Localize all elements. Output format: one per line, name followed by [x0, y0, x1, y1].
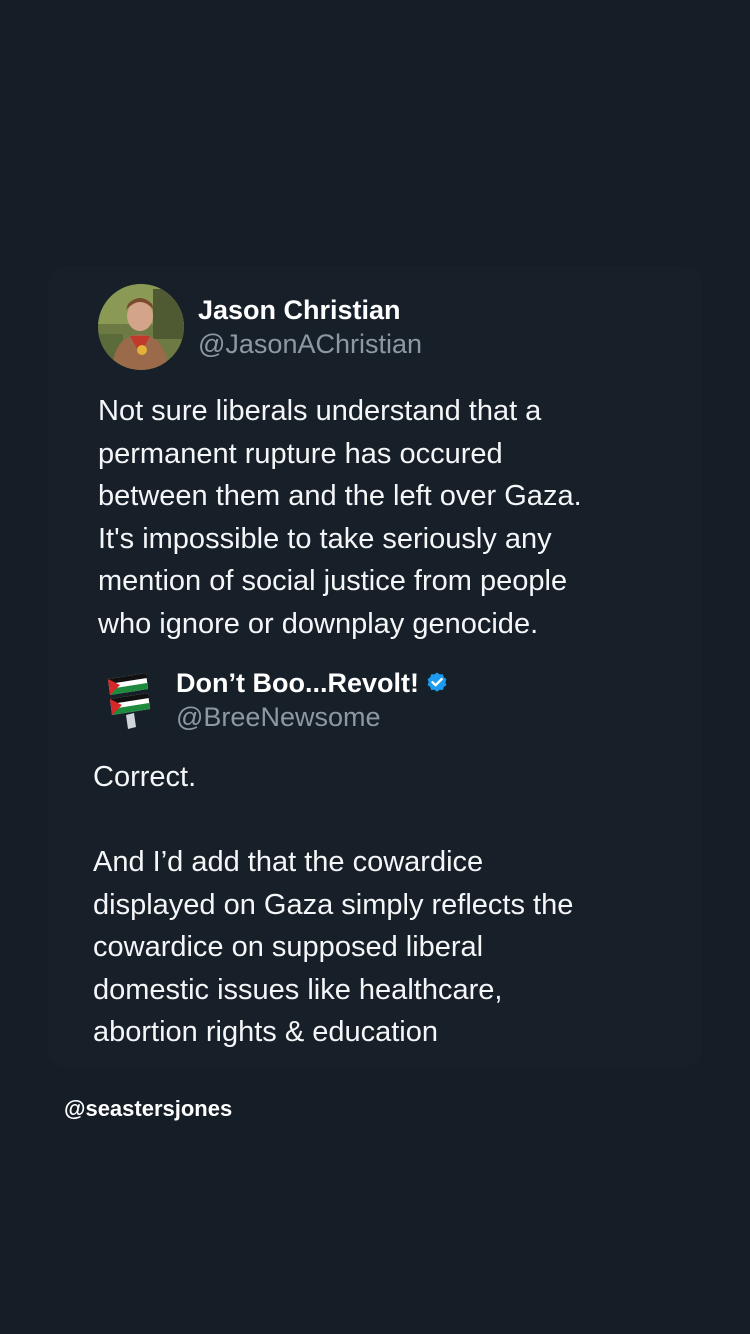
quoted-tweet-header: Don’t Boo...Revolt! @BreeNewsome [100, 666, 449, 734]
main-tweet-header: Jason Christian @JasonAChristian [98, 284, 422, 370]
watermark-handle: @seastersjones [64, 1096, 233, 1121]
avatar[interactable] [98, 284, 184, 370]
quoted-avatar[interactable] [100, 669, 162, 731]
author-name[interactable]: Jason Christian [198, 293, 422, 327]
quoted-author-name[interactable]: Don’t Boo...Revolt! [176, 666, 419, 700]
quoted-author-handle[interactable]: @BreeNewsome [176, 700, 449, 734]
quoted-tweet-text: Correct. And I’d add that the cowardice … [93, 761, 574, 1048]
author-handle[interactable]: @JasonAChristian [198, 327, 422, 361]
quoted-author-name-row: Don’t Boo...Revolt! [176, 666, 449, 700]
quoted-tweet-names: Don’t Boo...Revolt! @BreeNewsome [176, 666, 449, 734]
main-tweet-names: Jason Christian @JasonAChristian [198, 293, 422, 361]
avatar-flag-sign-icon [100, 669, 162, 731]
main-tweet-text: Not sure liberals understand that a perm… [98, 395, 582, 640]
verified-badge-icon [427, 672, 447, 692]
post-card: Jason Christian @JasonAChristian Not sur… [48, 266, 702, 1068]
avatar-photo-icon [98, 284, 184, 370]
